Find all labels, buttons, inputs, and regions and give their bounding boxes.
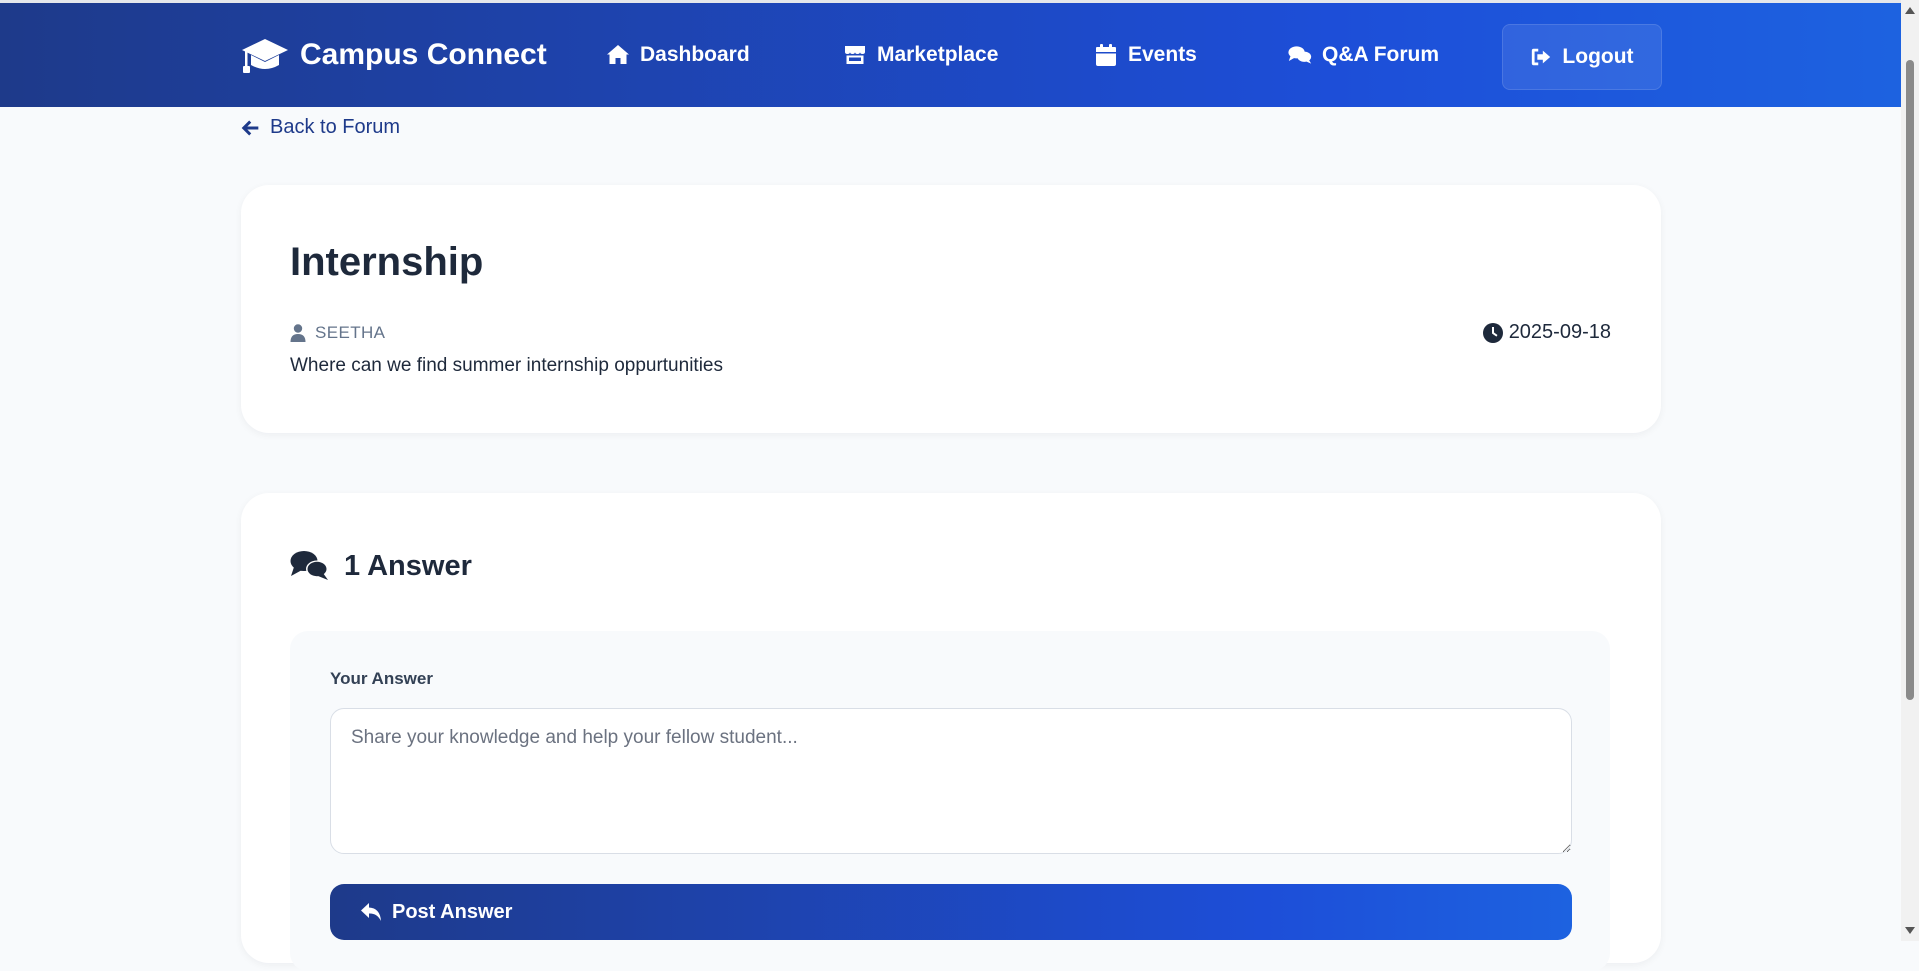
nav-item-marketplace[interactable]: Marketplace	[843, 33, 998, 77]
post-answer-button[interactable]: Post Answer	[330, 884, 1572, 940]
answers-heading: 1 Answer	[290, 549, 472, 583]
answers-card: 1 Answer Your Answer Post Answer	[241, 493, 1661, 971]
scroll-down-arrow-icon[interactable]	[1905, 927, 1915, 934]
post-answer-label: Post Answer	[392, 900, 513, 923]
question-date: 2025-09-18	[1482, 321, 1611, 344]
calendar-icon	[1096, 44, 1116, 66]
question-title: Internship	[290, 240, 484, 284]
brand-name: Campus Connect	[300, 38, 547, 71]
nav-item-label: Events	[1128, 43, 1197, 66]
logout-button[interactable]: Logout	[1502, 24, 1662, 90]
answer-field-label: Your Answer	[330, 669, 433, 688]
nav-item-label: Q&A Forum	[1322, 43, 1440, 66]
answer-form: Your Answer Post Answer	[290, 631, 1610, 971]
answer-textarea[interactable]	[330, 708, 1572, 854]
scrollbar-thumb[interactable]	[1906, 60, 1914, 700]
clock-icon	[1482, 322, 1503, 343]
nav-item-qa-forum[interactable]: Q&A Forum	[1288, 33, 1439, 77]
date-value: 2025-09-18	[1508, 321, 1611, 343]
answers-count: 1 Answer	[344, 549, 472, 582]
nav-item-label: Marketplace	[877, 43, 999, 66]
arrow-left-icon	[241, 120, 259, 135]
graduation-cap-icon	[242, 39, 288, 73]
question-card: Internship SEETHA 2025-09-18 Where can w…	[241, 185, 1661, 433]
top-navigation-bar: Campus Connect Dashboard Marketplace Eve…	[0, 3, 1901, 107]
scroll-up-arrow-icon[interactable]	[1905, 7, 1915, 14]
home-icon	[607, 45, 629, 64]
question-author: SEETHA	[290, 323, 385, 343]
sign-out-icon	[1532, 48, 1551, 66]
author-name: SEETHA	[315, 323, 386, 342]
nav-item-dashboard[interactable]: Dashboard	[606, 33, 750, 77]
back-link-label: Back to Forum	[270, 116, 401, 138]
store-icon	[845, 46, 865, 64]
nav-item-events[interactable]: Events	[1094, 33, 1197, 77]
back-to-forum-link[interactable]: Back to Forum	[240, 116, 400, 139]
comments-icon	[290, 551, 328, 580]
nav-item-label: Dashboard	[640, 43, 750, 66]
question-body: Where can we find summer internship oppu…	[290, 355, 723, 376]
reply-icon	[361, 903, 381, 921]
page-scrollbar[interactable]	[1901, 0, 1919, 941]
logout-label: Logout	[1562, 45, 1634, 68]
user-icon	[290, 324, 306, 342]
brand-logo[interactable]: Campus Connect	[240, 33, 547, 77]
comments-icon	[1288, 46, 1312, 64]
